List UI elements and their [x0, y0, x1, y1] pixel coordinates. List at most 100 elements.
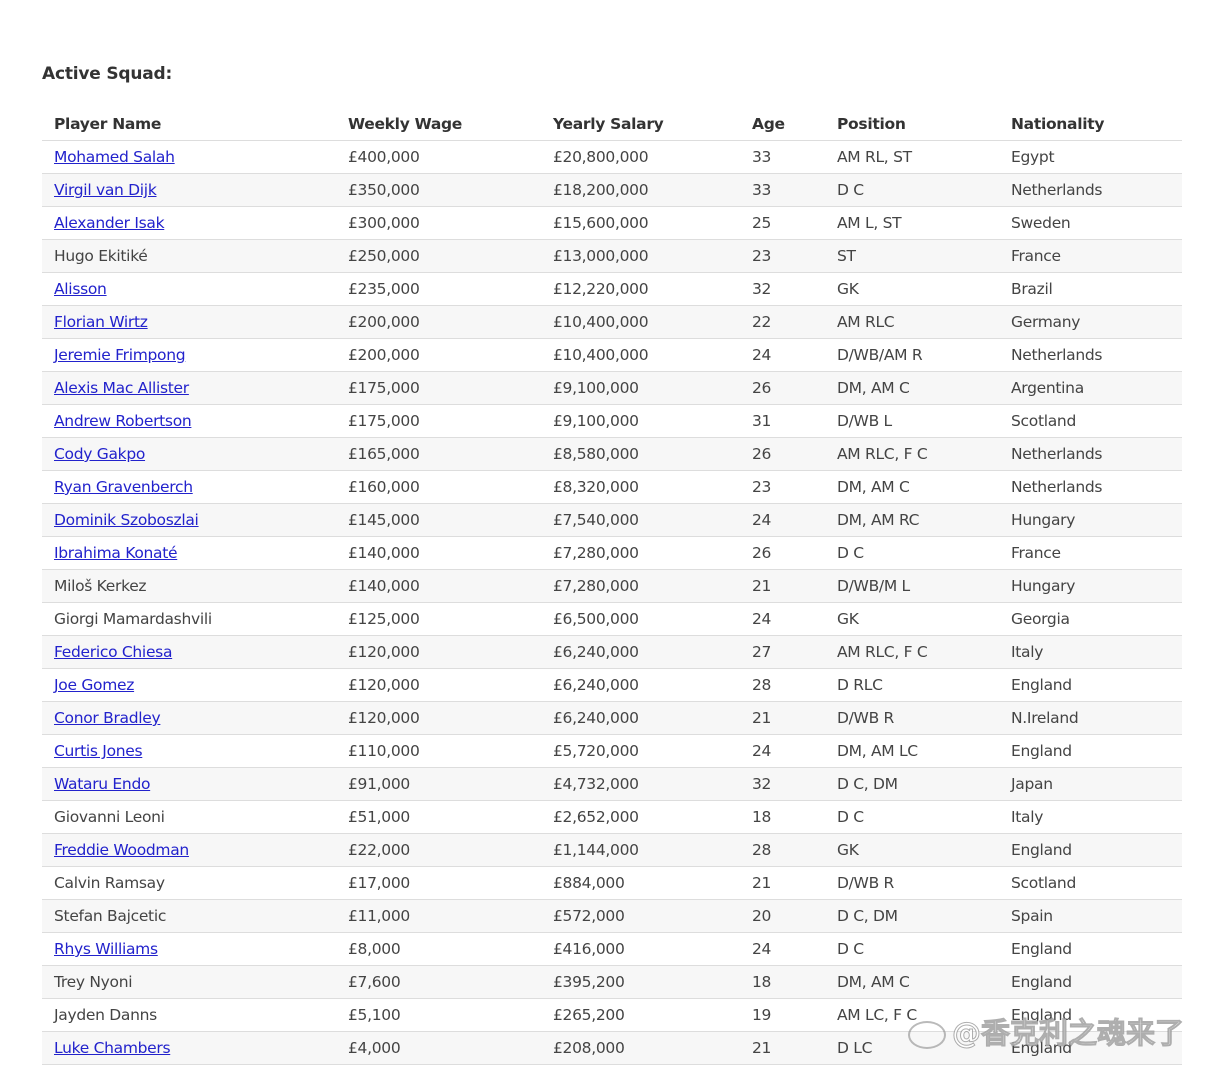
wage-cell: £175,000 [336, 404, 541, 438]
column-header-age[interactable]: Age [740, 108, 825, 141]
position-cell: DM, AM C [825, 470, 999, 504]
salary-cell: £7,540,000 [541, 503, 740, 537]
wage-cell: £200,000 [336, 305, 541, 339]
nationality-cell: France [999, 536, 1182, 570]
player-name: Hugo Ekitiké [54, 247, 148, 265]
position-cell: DM, AM C [825, 371, 999, 405]
position-cell: GK [825, 272, 999, 306]
position-cell: DM, AM RC [825, 503, 999, 537]
nationality-cell: Scotland [999, 866, 1182, 900]
column-header-yearly-salary[interactable]: Yearly Salary [541, 108, 740, 141]
player-link[interactable]: Jeremie Frimpong [54, 346, 186, 364]
watermark-text: @香克利之魂来了 [951, 1016, 1185, 1051]
player-name-cell: Jayden Danns [42, 998, 336, 1032]
player-name-cell: Hugo Ekitiké [42, 239, 336, 273]
column-header-position[interactable]: Position [825, 108, 999, 141]
salary-cell: £884,000 [541, 866, 740, 900]
salary-cell: £9,100,000 [541, 371, 740, 405]
player-name-cell: Giovanni Leoni [42, 800, 336, 834]
age-cell: 32 [740, 767, 825, 801]
player-link[interactable]: Andrew Robertson [54, 412, 192, 430]
position-cell: DM, AM C [825, 965, 999, 999]
age-cell: 26 [740, 536, 825, 570]
nationality-cell: Brazil [999, 272, 1182, 306]
player-link[interactable]: Ryan Gravenberch [54, 478, 193, 496]
salary-cell: £10,400,000 [541, 338, 740, 372]
player-name-cell: Alisson [42, 272, 336, 306]
player-link[interactable]: Conor Bradley [54, 709, 161, 727]
table-row: Giorgi Mamardashvili £125,000 £6,500,000 24… [42, 602, 1182, 636]
player-name-cell: Trey Nyoni [42, 965, 336, 999]
nationality-cell: England [999, 668, 1182, 702]
age-cell: 20 [740, 899, 825, 933]
player-link[interactable]: Cody Gakpo [54, 445, 145, 463]
salary-cell: £8,320,000 [541, 470, 740, 504]
age-cell: 26 [740, 371, 825, 405]
column-header-nationality[interactable]: Nationality [999, 108, 1182, 141]
wage-cell: £400,000 [336, 140, 541, 174]
table-row: Miloš Kerkez £140,000 £7,280,000 21 D/WB/M L… [42, 569, 1182, 603]
player-link[interactable]: Freddie Woodman [54, 841, 189, 859]
table-row: Rhys Williams £8,000 £416,000 24 D C England [42, 932, 1182, 966]
player-link[interactable]: Federico Chiesa [54, 643, 172, 661]
player-name-cell: Alexander Isak [42, 206, 336, 240]
player-name-cell: Giorgi Mamardashvili [42, 602, 336, 636]
nationality-cell: Italy [999, 635, 1182, 669]
wage-cell: £300,000 [336, 206, 541, 240]
age-cell: 24 [740, 932, 825, 966]
salary-cell: £265,200 [541, 998, 740, 1032]
player-link[interactable]: Luke Chambers [54, 1039, 171, 1057]
salary-cell: £12,220,000 [541, 272, 740, 306]
player-name: Miloš Kerkez [54, 577, 147, 595]
age-cell: 33 [740, 140, 825, 174]
age-cell: 33 [740, 173, 825, 207]
table-row: Joe Gomez £120,000 £6,240,000 28 D RLC Englan… [42, 668, 1182, 702]
nationality-cell: England [999, 833, 1182, 867]
player-link[interactable]: Virgil van Dijk [54, 181, 157, 199]
player-link[interactable]: Florian Wirtz [54, 313, 148, 331]
position-cell: D/WB R [825, 701, 999, 735]
salary-cell: £7,280,000 [541, 536, 740, 570]
player-name-cell: Virgil van Dijk [42, 173, 336, 207]
wage-cell: £140,000 [336, 569, 541, 603]
nationality-cell: France [999, 239, 1182, 273]
player-name: Calvin Ramsay [54, 874, 165, 892]
nationality-cell: England [999, 965, 1182, 999]
player-name-cell: Jeremie Frimpong [42, 338, 336, 372]
table-row: Andrew Robertson £175,000 £9,100,000 31 D/WB… [42, 404, 1182, 438]
age-cell: 18 [740, 965, 825, 999]
age-cell: 21 [740, 569, 825, 603]
table-row: Ibrahima Konaté £140,000 £7,280,000 26 D C Fr… [42, 536, 1182, 570]
age-cell: 25 [740, 206, 825, 240]
player-link[interactable]: Alisson [54, 280, 107, 298]
player-link[interactable]: Alexis Mac Allister [54, 379, 189, 397]
nationality-cell: Argentina [999, 371, 1182, 405]
position-cell: DM, AM LC [825, 734, 999, 768]
nationality-cell: Japan [999, 767, 1182, 801]
player-name-cell: Calvin Ramsay [42, 866, 336, 900]
section-title: Active Squad: [42, 64, 173, 84]
player-link[interactable]: Dominik Szoboszlai [54, 511, 199, 529]
salary-cell: £8,580,000 [541, 437, 740, 471]
player-link[interactable]: Alexander Isak [54, 214, 165, 232]
salary-cell: £2,652,000 [541, 800, 740, 834]
salary-cell: £13,000,000 [541, 239, 740, 273]
player-link[interactable]: Curtis Jones [54, 742, 143, 760]
player-link[interactable]: Ibrahima Konaté [54, 544, 178, 562]
player-link[interactable]: Wataru Endo [54, 775, 150, 793]
table-row: Giovanni Leoni £51,000 £2,652,000 18 D C Ital… [42, 800, 1182, 834]
age-cell: 28 [740, 833, 825, 867]
position-cell: ST [825, 239, 999, 273]
player-link[interactable]: Mohamed Salah [54, 148, 175, 166]
player-name-cell: Conor Bradley [42, 701, 336, 735]
age-cell: 28 [740, 668, 825, 702]
wage-cell: £4,000 [336, 1031, 541, 1065]
wage-cell: £17,000 [336, 866, 541, 900]
column-header-player-name[interactable]: Player Name [42, 108, 336, 141]
player-name-cell: Florian Wirtz [42, 305, 336, 339]
column-header-weekly-wage[interactable]: Weekly Wage [336, 108, 541, 141]
player-name-cell: Wataru Endo [42, 767, 336, 801]
player-link[interactable]: Rhys Williams [54, 940, 158, 958]
squad-table: Player Name Weekly Wage Yearly Salary Ag… [42, 108, 1182, 1065]
player-link[interactable]: Joe Gomez [54, 676, 134, 694]
